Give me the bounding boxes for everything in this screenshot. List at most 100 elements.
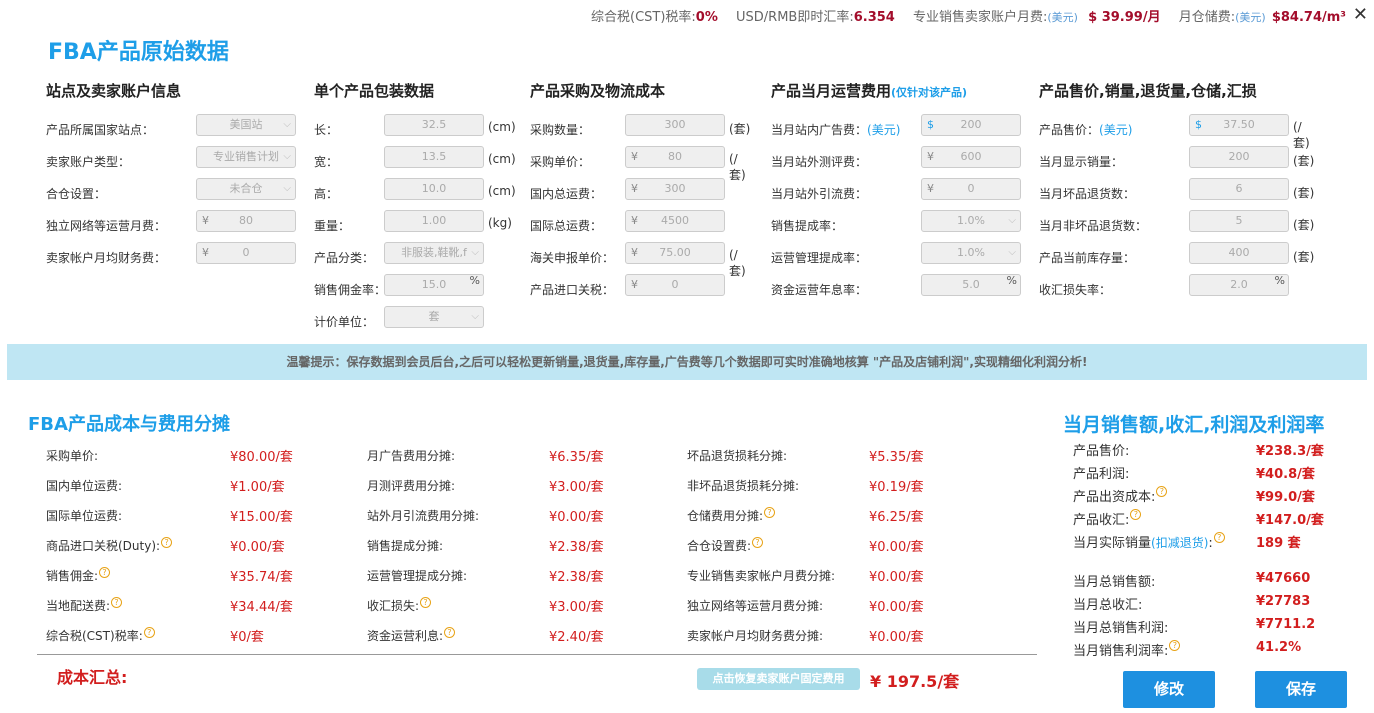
field-label: 产品售价：(美元)	[1039, 121, 1132, 138]
field-label: 独立网络等运营月费：	[46, 217, 166, 234]
form-row: 卖家帐户月均财务费： ¥0	[46, 241, 296, 273]
input-field[interactable]: 10.0	[384, 178, 484, 200]
select-field[interactable]: 非服装,鞋靴,f ⌵	[384, 242, 484, 264]
field-value: 6	[1235, 182, 1243, 195]
site-account-section: 站点及卖家账户信息 产品所属国家站点： 美国站 ⌵ 卖家账户类型： 专业销售计划 ⌵ 合仓设置…	[46, 80, 296, 273]
help-icon[interactable]: ?	[420, 597, 432, 608]
cost-label-text: 非坏品退货损耗分摊:	[687, 479, 800, 493]
input-field[interactable]: ¥75.00	[625, 242, 725, 264]
input-field[interactable]: 2.0%	[1189, 274, 1289, 296]
field-value: 5.0	[962, 278, 980, 291]
input-field[interactable]: 15.0%	[384, 274, 484, 296]
help-icon[interactable]: ?	[99, 567, 111, 578]
input-field[interactable]: 400	[1189, 242, 1289, 264]
rate-bar: 综合税(CST)税率:0% USD/RMB即时汇率:6.354 专业销售卖家账户…	[577, 6, 1346, 25]
select-field[interactable]: 1.0% ⌵	[921, 210, 1021, 232]
field-value: 4500	[661, 214, 689, 227]
field-label-text: 当月站外引流费：	[771, 187, 868, 201]
tip-banner: 温馨提示：保存数据到会员后台,之后可以轻松更新销量,退货量,库存量,广告费等几个…	[7, 344, 1367, 380]
select-field[interactable]: 套 ⌵	[384, 306, 484, 328]
cost-label: 卖家帐户月均财务费分摊:	[687, 627, 823, 644]
close-icon[interactable]: ✕	[1353, 4, 1368, 25]
form-row: 长： 32.5 (cm)	[314, 113, 516, 145]
cost-label: 国内单位运费:	[46, 477, 122, 494]
help-icon[interactable]: ?	[764, 507, 776, 518]
input-field[interactable]: $200	[921, 114, 1021, 136]
form-row: 当月站内广告费：(美元) $200	[771, 113, 1021, 145]
field-value: 非服装,鞋靴,f	[401, 246, 467, 259]
input-field[interactable]: ¥80	[196, 210, 296, 232]
field-label-text: 独立网络等运营月费：	[46, 219, 167, 233]
package-data-section: 单个产品包装数据 长： 32.5 (cm) 宽： 13.5 (cm) 高： 10.0 (cm) 重量…	[314, 80, 516, 337]
input-field[interactable]: 1.00	[384, 210, 484, 232]
input-field[interactable]: 200	[1189, 146, 1289, 168]
field-label: 卖家账户类型：	[46, 153, 130, 170]
input-field[interactable]: 5	[1189, 210, 1289, 232]
input-field[interactable]: 13.5	[384, 146, 484, 168]
help-icon[interactable]: ?	[1169, 640, 1181, 651]
field-label-text: 销售佣金率：	[314, 283, 387, 297]
select-field[interactable]: 1.0% ⌵	[921, 242, 1021, 264]
cost-value: ¥6.25/套	[869, 510, 924, 525]
form-row: 当月坏品退货数： 6 (套)	[1039, 177, 1314, 209]
profit-label-text: 产品收汇:	[1073, 513, 1130, 528]
input-field[interactable]: ¥300	[625, 178, 725, 200]
cost-value: ¥3.00/套	[549, 480, 604, 495]
input-field[interactable]: $37.50	[1189, 114, 1289, 136]
profit-value: ¥40.8/套	[1256, 467, 1315, 482]
field-label: 当月站外引流费：	[771, 185, 867, 202]
form-row: 重量： 1.00 (kg)	[314, 209, 512, 241]
page-title: FBA产品原始数据	[48, 40, 229, 65]
input-field[interactable]: ¥600	[921, 146, 1021, 168]
select-field[interactable]: 专业销售计划 ⌵	[196, 146, 296, 168]
unit-label: (kg)	[488, 216, 512, 230]
monthly-operating-section: 产品当月运营费用(仅针对该产品) 当月站内广告费：(美元) $200 当月站外测评费：…	[771, 80, 1021, 305]
input-field[interactable]: 32.5	[384, 114, 484, 136]
profit-section-title: 当月销售额,收汇,利润及利润率	[1063, 414, 1325, 436]
help-icon[interactable]: ?	[1156, 486, 1168, 497]
cost-label-text: 坏品退货损耗分摊:	[687, 449, 788, 463]
profit-label: 产品出资成本:?	[1073, 486, 1168, 505]
profit-label: 当月销售利润率:?	[1073, 640, 1181, 659]
field-label-text: 合仓设置：	[46, 187, 107, 201]
chevron-down-icon: ⌵	[1008, 247, 1016, 258]
field-value: 未合仓	[229, 182, 263, 195]
input-field[interactable]: ¥80	[625, 146, 725, 168]
field-label: 当月显示销量：	[1039, 153, 1123, 170]
cost-value: ¥0.00/套	[869, 540, 924, 555]
input-field[interactable]: ¥0	[921, 178, 1021, 200]
restore-fixed-fees-button[interactable]: 点击恢复卖家账户固定费用	[697, 668, 860, 690]
help-icon[interactable]: ?	[752, 537, 764, 548]
field-label: 国际总运费：	[530, 217, 602, 234]
field-label: 宽：	[314, 153, 338, 170]
help-icon[interactable]: ?	[111, 597, 123, 608]
field-label: 当月坏品退货数：	[1039, 185, 1135, 202]
input-field[interactable]: ¥0	[625, 274, 725, 296]
edit-button[interactable]: 修改	[1123, 671, 1215, 708]
field-label: 产品进口关税：	[530, 281, 614, 298]
field-label-text: 国内总运费：	[530, 187, 603, 201]
cost-label-text: 站外月引流费用分摊:	[367, 509, 480, 523]
cost-label-text: 仓储费用分摊:	[687, 509, 764, 523]
select-field[interactable]: 未合仓 ⌵	[196, 178, 296, 200]
help-icon[interactable]: ?	[1213, 532, 1225, 543]
input-field[interactable]: ¥4500	[625, 210, 725, 232]
section-heading: 站点及卖家账户信息	[46, 82, 182, 100]
save-button[interactable]: 保存	[1255, 671, 1347, 708]
cost-label: 非坏品退货损耗分摊:	[687, 477, 799, 494]
help-icon[interactable]: ?	[1130, 509, 1142, 520]
input-field[interactable]: 6	[1189, 178, 1289, 200]
form-row: 产品进口关税： ¥0	[530, 273, 725, 305]
cost-label: 月测评费用分摊:	[367, 477, 455, 494]
help-icon[interactable]: ?	[444, 627, 456, 638]
chevron-down-icon: ⌵	[283, 151, 291, 162]
select-field[interactable]: 美国站 ⌵	[196, 114, 296, 136]
input-field[interactable]: ¥0	[196, 242, 296, 264]
input-field[interactable]: 5.0%	[921, 274, 1021, 296]
help-icon[interactable]: ?	[161, 537, 173, 548]
currency-prefix: ¥	[631, 150, 638, 163]
field-label: 销售佣金率：	[314, 281, 386, 298]
input-field[interactable]: 300	[625, 114, 725, 136]
fx-label: USD/RMB即时汇率:	[736, 10, 854, 25]
help-icon[interactable]: ?	[143, 627, 155, 638]
